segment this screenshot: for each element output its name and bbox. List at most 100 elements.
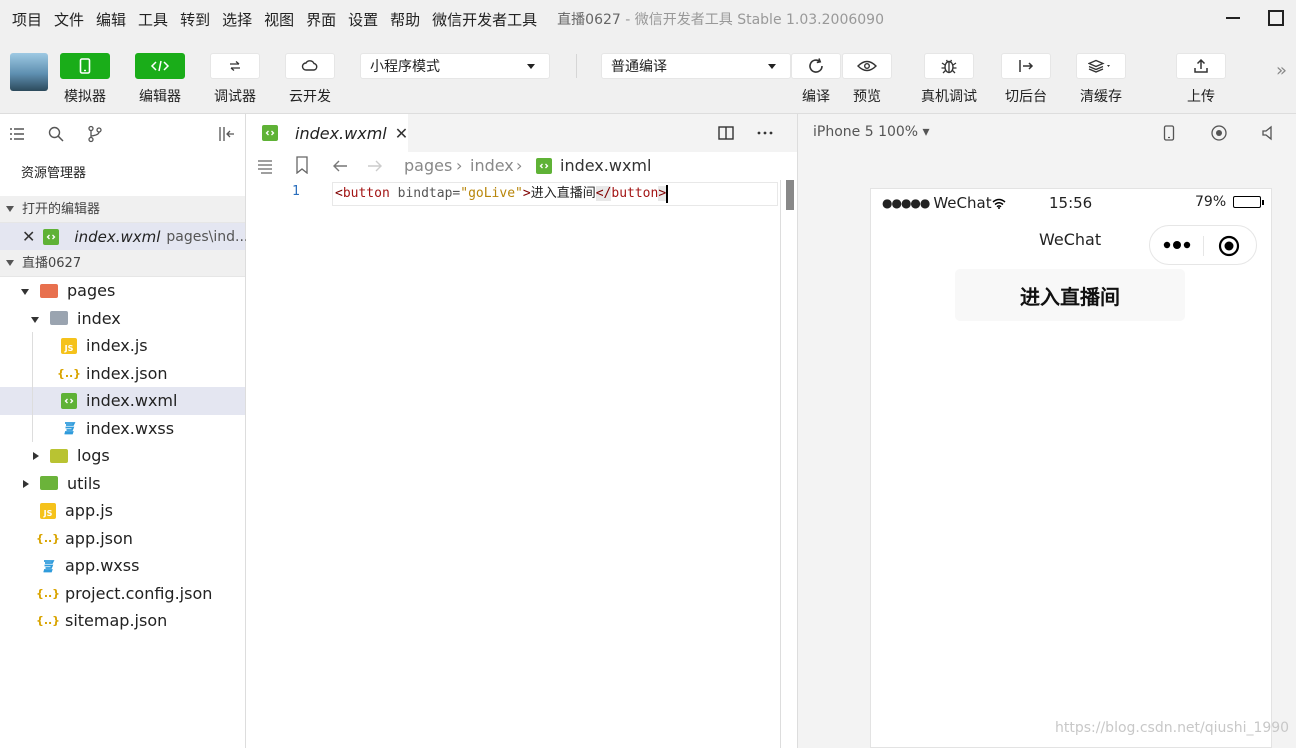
outline-icon[interactable] — [256, 158, 274, 174]
compile-button[interactable]: 编译 — [791, 53, 841, 106]
menu-help[interactable]: 帮助 — [390, 9, 420, 30]
status-carrier: ●●●●● WeChat — [882, 194, 1006, 212]
scrollbar-thumb[interactable] — [786, 180, 794, 210]
close-icon[interactable]: ✕ — [395, 124, 408, 143]
code-area[interactable]: 1 <button bindtap="goLive">进入直播间</button… — [246, 180, 797, 748]
open-editor-item[interactable]: ✕ index.wxml pages\ind... — [0, 223, 248, 250]
close-target-icon[interactable] — [1218, 235, 1240, 257]
tree-item-project-config[interactable]: {..} project.config.json — [0, 580, 245, 608]
forward-arrow-icon[interactable] — [366, 158, 384, 174]
record-icon[interactable] — [1210, 124, 1228, 142]
background-button[interactable]: 切后台 — [1001, 53, 1051, 106]
tree-item-app-wxss[interactable]: app.wxss — [0, 552, 245, 580]
simulator-panel: iPhone 5 100% ▾ ●●●●● WeChat 15:56 79% W… — [798, 114, 1296, 748]
simulator-button[interactable]: 模拟器 — [60, 53, 110, 106]
menu-project[interactable]: 项目 — [12, 9, 42, 30]
menu-select[interactable]: 选择 — [222, 9, 252, 30]
compile-select-value: 普通编译 — [611, 59, 667, 75]
token-tag-bracket: > — [658, 186, 667, 201]
capsule-divider — [1203, 236, 1204, 256]
clear-cache-button[interactable]: 清缓存 — [1076, 53, 1126, 106]
back-arrow-icon[interactable] — [331, 158, 349, 174]
avatar[interactable] — [10, 53, 48, 91]
compile-select[interactable]: 普通编译 — [601, 53, 791, 79]
editor-button[interactable]: 编辑器 — [135, 53, 185, 106]
chevron-down-icon — [6, 206, 14, 212]
more-icon[interactable] — [756, 124, 774, 142]
code-line[interactable]: <button bindtap="goLive">进入直播间</button> — [332, 182, 778, 206]
tree-item-sitemap[interactable]: {..} sitemap.json — [0, 607, 245, 635]
real-debug-button[interactable]: 真机调试 — [921, 53, 977, 106]
device-select[interactable]: iPhone 5 100% ▾ — [813, 124, 930, 140]
tree-item-app-js[interactable]: JS app.js — [0, 497, 245, 525]
indent-guide — [32, 387, 33, 415]
tree-label: project.config.json — [65, 583, 213, 603]
explorer-title: 资源管理器 — [21, 166, 87, 181]
bug-icon — [924, 53, 974, 79]
split-editor-icon[interactable] — [717, 124, 735, 142]
search-icon[interactable] — [47, 125, 65, 143]
list-icon[interactable] — [8, 125, 26, 143]
breadcrumb-index[interactable]: index — [470, 156, 514, 175]
mode-select[interactable]: 小程序模式 — [360, 53, 550, 79]
minimize-icon[interactable] — [1224, 8, 1242, 26]
menu-goto[interactable]: 转到 — [180, 9, 210, 30]
double-chevron-right-icon[interactable]: » — [1276, 60, 1287, 81]
wxml-file-icon — [536, 158, 552, 174]
tree-item-utils[interactable]: utils — [0, 470, 245, 498]
bookmark-icon[interactable] — [295, 156, 309, 174]
tree-item-index-json[interactable]: {..} index.json — [0, 359, 245, 387]
maximize-icon[interactable] — [1268, 10, 1284, 26]
status-battery: 79% — [1195, 194, 1265, 210]
tree-item-pages[interactable]: pages — [0, 277, 245, 305]
tree-item-index-js[interactable]: JS index.js — [0, 332, 245, 360]
toolbar: 模拟器 编辑器 调试器 云开发 小程序模式 普通编译 编译 预览 真机调试 切后… — [0, 38, 1296, 114]
phone-icon[interactable] — [1160, 124, 1178, 142]
tree-item-logs[interactable]: logs — [0, 442, 245, 470]
wxml-file-icon — [61, 392, 77, 409]
tree-item-index-wxml[interactable]: index.wxml — [0, 387, 245, 415]
status-time: 15:56 — [1049, 194, 1093, 212]
explorer-sidebar: 资源管理器 打开的编辑器 ✕ index.wxml pages\ind... 直… — [0, 114, 248, 748]
breadcrumb-file[interactable]: index.wxml — [560, 156, 651, 175]
menu-interface[interactable]: 界面 — [306, 9, 336, 30]
tab-index-wxml[interactable]: index.wxml ✕ — [246, 114, 408, 152]
debugger-button[interactable]: 调试器 — [210, 53, 260, 106]
menu-view[interactable]: 视图 — [264, 9, 294, 30]
nav-title: WeChat — [1039, 230, 1102, 249]
cloud-button[interactable]: 云开发 — [285, 53, 335, 106]
simulator-toolbar: iPhone 5 100% ▾ — [798, 114, 1296, 152]
phone-icon — [60, 53, 110, 79]
mode-select-value: 小程序模式 — [370, 59, 440, 75]
token-tag-bracket: > — [522, 186, 531, 201]
menu-edit[interactable]: 编辑 — [96, 9, 126, 30]
watermark: https://blog.csdn.net/qiushi_1990 — [1055, 720, 1290, 736]
tree-item-index-folder[interactable]: index — [0, 305, 245, 333]
tree-item-index-wxss[interactable]: index.wxss — [0, 414, 245, 442]
project-header[interactable]: 直播0627 — [0, 250, 245, 277]
close-icon[interactable]: ✕ — [22, 227, 35, 246]
collapse-sidebar-icon[interactable] — [218, 125, 236, 143]
more-dots-icon[interactable] — [1162, 239, 1192, 251]
speaker-icon[interactable] — [1260, 124, 1278, 142]
indent-guide — [32, 332, 33, 360]
menu-file[interactable]: 文件 — [54, 9, 84, 30]
tree-label: utils — [67, 473, 101, 493]
menu-wechat-devtools[interactable]: 微信开发者工具 — [432, 9, 537, 30]
menu-settings[interactable]: 设置 — [348, 9, 378, 30]
compile-label: 编译 — [802, 89, 830, 105]
tree-item-app-json[interactable]: {..} app.json — [0, 525, 245, 553]
tree-label: sitemap.json — [65, 611, 168, 631]
git-branch-icon[interactable] — [86, 125, 104, 143]
upload-button[interactable]: 上传 — [1176, 53, 1226, 106]
menu-tools[interactable]: 工具 — [138, 9, 168, 30]
tree-label: app.json — [65, 528, 133, 548]
enter-live-room-button[interactable]: 进入直播间 — [955, 269, 1185, 321]
open-editors-label: 打开的编辑器 — [22, 201, 101, 217]
token-tag-bracket: </ — [595, 186, 612, 201]
window-title: 直播0627 - 微信开发者工具 Stable 1.03.2006090 — [557, 9, 884, 29]
preview-button[interactable]: 预览 — [842, 53, 892, 106]
open-editors-header[interactable]: 打开的编辑器 — [0, 196, 245, 223]
debugger-label: 调试器 — [214, 89, 256, 105]
breadcrumb-pages[interactable]: pages — [404, 156, 452, 175]
